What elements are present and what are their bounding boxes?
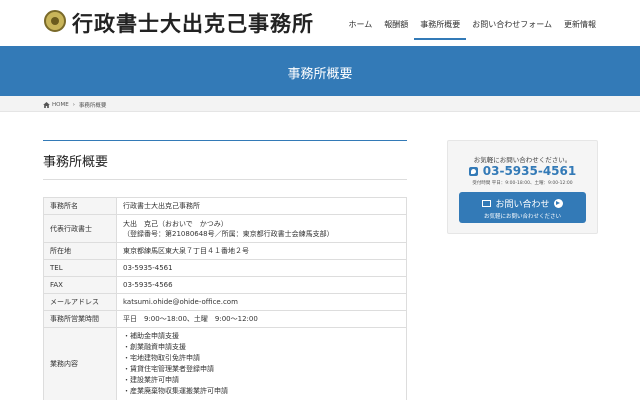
representative-registration: （登録番号：第21080648号／所属：東京都行政書士会練馬支部） xyxy=(123,229,334,238)
contact-intro: お気軽にお問い合わせください。 xyxy=(473,156,572,164)
table-row: 代表行政書士 大出 克己（おおいで かつみ） （登録番号：第21080648号／… xyxy=(43,214,407,243)
list-item: ・建設業許可申請 xyxy=(123,376,179,384)
nav-item-contact-form[interactable]: お問い合わせフォーム xyxy=(466,0,558,40)
list-item: ・賃貸住宅管理業者登録申請 xyxy=(123,365,214,373)
list-item: ・宅地建物取引免許申請 xyxy=(123,354,200,362)
nav-item-office-overview[interactable]: 事務所概要 xyxy=(414,0,467,40)
breadcrumb: HOME › 事務所概要 xyxy=(0,96,640,112)
contact-button-sub[interactable]: お気軽にお問い合わせください xyxy=(459,212,586,220)
table-row: メールアドレス katsumi.ohide@ohide-office.com xyxy=(43,293,407,311)
contact-button-label[interactable]: お問い合わせ xyxy=(495,197,549,210)
site-title[interactable]: 行政書士大出克己事務所 xyxy=(72,8,314,38)
list-item: ・補助金申請支援 xyxy=(123,332,179,340)
phone-icon xyxy=(468,166,478,176)
row-key: TEL xyxy=(43,259,117,277)
representative-cell: 大出 克己（おおいで かつみ） （登録番号：第21080648号／所属：東京都行… xyxy=(116,214,407,243)
nav-item-home[interactable]: ホーム xyxy=(342,0,378,40)
office-info-table: 事務所名 行政書士大出克己事務所 代表行政書士 大出 克己（おおいで かつみ） … xyxy=(43,197,407,400)
representative-name: 大出 克己（おおいで かつみ） xyxy=(123,219,228,228)
address-value: 東京都練馬区東大泉７丁目４１番地２号 xyxy=(116,242,407,260)
contact-widget: お気軽にお問い合わせください。 03-5935-4561 受付時間 平日：9:0… xyxy=(447,140,598,234)
page-title: 事務所概要 xyxy=(43,155,109,170)
table-row: 業務内容 ・補助金申請支援 ・創業融資申請支援 ・宅地建物取引免許申請 ・賃貸住… xyxy=(43,327,407,400)
arrow-right-circle-icon xyxy=(553,199,563,208)
services-cell: ・補助金申請支援 ・創業融資申請支援 ・宅地建物取引免許申請 ・賃貸住宅管理業者… xyxy=(116,327,407,400)
row-key: 事務所名 xyxy=(43,197,117,215)
nav-item-fees[interactable]: 報酬額 xyxy=(378,0,414,40)
divider xyxy=(43,179,407,180)
row-key: 事務所営業時間 xyxy=(43,310,117,328)
table-row: 所在地 東京都練馬区東大泉７丁目４１番地２号 xyxy=(43,242,407,260)
banner-title: 事務所概要 xyxy=(287,67,353,82)
mail-icon xyxy=(482,200,492,207)
contact-button-main[interactable]: お問い合わせ xyxy=(459,197,586,210)
list-item: ・創業融資申請支援 xyxy=(123,343,186,351)
breadcrumb-current: 事務所概要 xyxy=(78,103,107,109)
table-row: FAX 03-5935-4566 xyxy=(43,276,407,294)
main-nav: ホーム 報酬額 事務所概要 お問い合わせフォーム 更新情報 xyxy=(342,0,602,46)
row-key: メールアドレス xyxy=(43,293,117,311)
fax-value: 03-5935-4566 xyxy=(116,276,407,294)
chevron-right-icon: › xyxy=(72,102,75,108)
list-item: ・産業廃棄物収集運搬業許可申請 xyxy=(123,387,228,395)
seal-logo-icon[interactable] xyxy=(44,10,66,32)
breadcrumb-home-link[interactable]: HOME xyxy=(52,102,69,108)
home-icon xyxy=(43,102,50,108)
phone-number[interactable]: 03-5935-4561 xyxy=(448,164,597,178)
page-banner: 事務所概要 xyxy=(0,46,640,96)
nav-item-updates[interactable]: 更新情報 xyxy=(558,0,602,40)
reception-hours: 受付時間 平日：9:00-18:00、土曜：9:00-12:00 xyxy=(472,181,573,186)
office-name-value: 行政書士大出克己事務所 xyxy=(116,197,407,215)
tel-value: 03-5935-4561 xyxy=(116,259,407,277)
hours-value: 平日 9:00～18:00、土曜 9:00～12:00 xyxy=(116,310,407,328)
divider xyxy=(43,140,407,141)
row-key: 業務内容 xyxy=(43,327,117,400)
row-key: FAX xyxy=(43,276,117,294)
table-row: 事務所営業時間 平日 9:00～18:00、土曜 9:00～12:00 xyxy=(43,310,407,328)
email-value[interactable]: katsumi.ohide@ohide-office.com xyxy=(116,293,407,311)
phone-number-text[interactable]: 03-5935-4561 xyxy=(483,164,576,178)
contact-button[interactable]: お問い合わせ お気軽にお問い合わせください xyxy=(459,192,586,223)
table-row: 事務所名 行政書士大出克己事務所 xyxy=(43,197,407,215)
row-key: 代表行政書士 xyxy=(43,214,117,243)
site-header: 行政書士大出克己事務所 ホーム 報酬額 事務所概要 お問い合わせフォーム 更新情… xyxy=(0,0,640,46)
row-key: 所在地 xyxy=(43,242,117,260)
table-row: TEL 03-5935-4561 xyxy=(43,259,407,277)
